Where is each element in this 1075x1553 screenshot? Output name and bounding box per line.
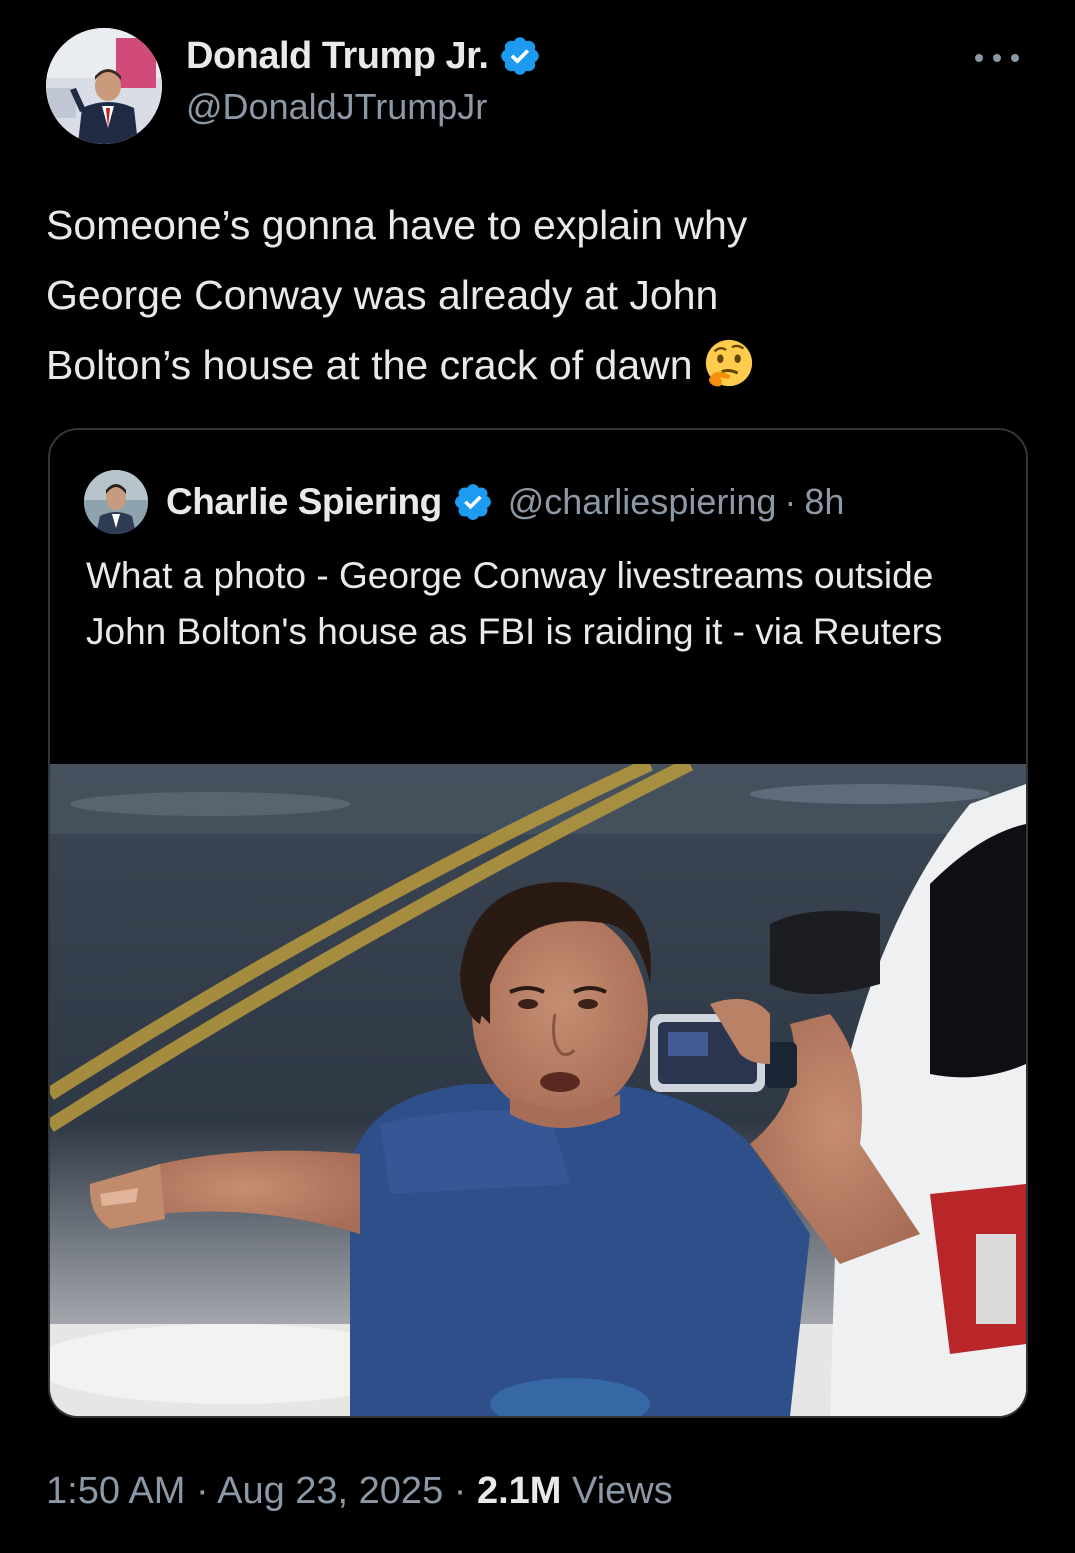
- quoted-tweet-header: Charlie Spiering @charliespiering · 8h: [84, 470, 844, 534]
- quoted-avatar-photo-icon: [84, 470, 148, 534]
- avatar-photo-icon: [46, 28, 162, 144]
- tweet-text-block: Someone’s gonna have to explain why Geor…: [46, 190, 1006, 400]
- meta-separator: ·: [195, 1470, 209, 1512]
- quoted-timestamp[interactable]: 8h: [804, 481, 844, 523]
- quoted-author-display-name[interactable]: Charlie Spiering: [166, 481, 442, 523]
- quoted-verified-badge-icon: [454, 484, 491, 520]
- author-info: Donald Trump Jr. @DonaldJTrumpJr: [186, 34, 542, 128]
- quoted-tweet-photo[interactable]: [50, 764, 1026, 1416]
- quoted-tweet-text: What a photo - George Conway livestreams…: [86, 555, 943, 652]
- meta-separator-2: ·: [453, 1470, 467, 1512]
- quoted-separator: ·: [784, 481, 797, 522]
- quoted-author-handle[interactable]: @charliespiering: [508, 481, 777, 523]
- author-handle[interactable]: @DonaldJTrumpJr: [186, 86, 542, 128]
- author-display-name[interactable]: Donald Trump Jr.: [186, 35, 489, 78]
- more-options-icon[interactable]: [971, 46, 1023, 70]
- tweet-meta: 1:50 AM · Aug 23, 2025 · 2.1M Views: [46, 1470, 673, 1513]
- quoted-tweet[interactable]: Charlie Spiering @charliespiering · 8h W…: [48, 428, 1028, 1418]
- thinking-face-icon: [705, 339, 752, 387]
- quoted-author-avatar[interactable]: [84, 470, 148, 534]
- tweet-text: Someone’s gonna have to explain why Geor…: [46, 202, 748, 388]
- tweet-time[interactable]: 1:50 AM: [46, 1470, 185, 1512]
- verified-badge-icon: [501, 37, 540, 75]
- tweet-date[interactable]: Aug 23, 2025: [217, 1470, 443, 1512]
- photo-image: [50, 764, 1026, 1416]
- author-avatar[interactable]: [46, 28, 162, 144]
- views-label: Views: [572, 1470, 673, 1512]
- author-name-line: Donald Trump Jr.: [186, 34, 542, 78]
- tweet: Donald Trump Jr. @DonaldJTrumpJr Someone…: [0, 0, 1075, 1553]
- views-count[interactable]: 2.1M: [477, 1470, 561, 1512]
